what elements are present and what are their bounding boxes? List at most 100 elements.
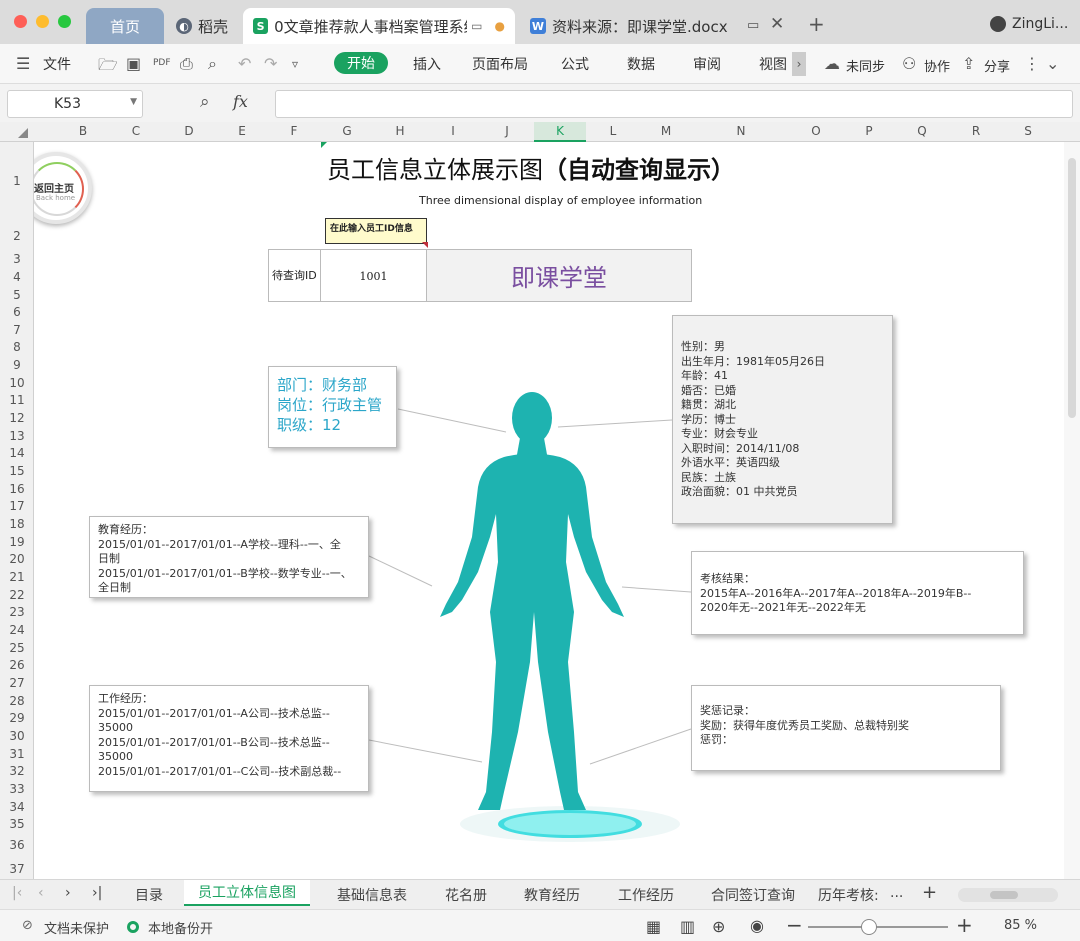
col-header[interactable]: G (321, 124, 373, 138)
row-header[interactable]: 18 (0, 517, 34, 531)
zoom-search-icon[interactable]: ⌕ (200, 92, 210, 112)
first-sheet-icon[interactable]: |‹ (12, 885, 22, 901)
collapse-ribbon-icon[interactable]: ⌄ (1046, 54, 1059, 73)
collaborate-icon[interactable]: ⚇ (902, 54, 916, 73)
menu-start[interactable]: 开始 (334, 52, 388, 74)
formula-input[interactable] (275, 90, 1073, 118)
row-header[interactable]: 31 (0, 747, 34, 761)
row-header[interactable]: 29 (0, 711, 34, 725)
add-sheet-icon[interactable]: + (922, 882, 937, 903)
menu-review[interactable]: 审阅 (693, 54, 721, 74)
row-header[interactable]: 35 (0, 817, 34, 831)
last-sheet-icon[interactable]: ›| (92, 885, 102, 901)
col-header[interactable]: H (374, 124, 426, 138)
row-header[interactable]: 22 (0, 588, 34, 602)
col-header[interactable]: E (216, 124, 268, 138)
row-header[interactable]: 6 (0, 305, 34, 319)
function-icon[interactable]: fx (233, 92, 248, 111)
row-header[interactable]: 28 (0, 694, 34, 708)
row-header[interactable]: 37 (0, 862, 34, 876)
tab-home[interactable]: 首页 (86, 8, 164, 44)
menu-page-layout[interactable]: 页面布局 (472, 54, 528, 74)
col-header[interactable]: I (427, 124, 479, 138)
zoom-out-icon[interactable]: − (786, 913, 803, 937)
sheet-tab[interactable]: 历年考核: (818, 885, 879, 905)
sheet-tab[interactable]: 教育经历 (524, 885, 580, 905)
row-header[interactable]: 14 (0, 446, 34, 460)
worksheet-canvas[interactable]: 返回主页 Back home 员工信息立体展示图（自动查询显示） Three d… (34, 142, 1064, 879)
row-header[interactable]: 32 (0, 764, 34, 778)
row-header[interactable]: 24 (0, 623, 34, 637)
col-header[interactable]: L (587, 124, 639, 138)
minimize-window-button[interactable] (36, 15, 49, 28)
undo-icon[interactable]: ↶ (238, 54, 251, 73)
hamburger-menu-icon[interactable]: ☰ (16, 54, 30, 73)
unsynced-label[interactable]: 未同步 (846, 56, 885, 75)
menu-file[interactable]: 文件 (43, 54, 71, 74)
redo-icon[interactable]: ↷ (264, 54, 277, 73)
horizontal-scrollbar[interactable] (958, 888, 1058, 902)
col-header[interactable]: S (1002, 124, 1054, 138)
sheet-tab[interactable]: 合同签订查询 (711, 885, 795, 905)
vertical-scrollbar[interactable] (1064, 142, 1080, 879)
page-layout-view-icon[interactable]: ▥ (680, 917, 695, 936)
sheet-tab[interactable]: 基础信息表 (337, 885, 407, 905)
row-header[interactable]: 5 (0, 288, 34, 302)
save-icon[interactable]: ▣ (126, 54, 141, 73)
name-box-dropdown-icon[interactable]: ▼ (130, 97, 137, 107)
menu-view[interactable]: 视图 (759, 54, 787, 74)
more-sheets[interactable]: ... (890, 885, 903, 901)
col-header[interactable]: M (640, 124, 692, 138)
collaborate-label[interactable]: 协作 (924, 56, 950, 75)
col-header[interactable]: J (481, 124, 533, 138)
row-header[interactable]: 16 (0, 482, 34, 496)
row-header[interactable]: 19 (0, 535, 34, 549)
close-window-button[interactable] (14, 15, 27, 28)
share-icon[interactable]: ⇪ (962, 54, 975, 73)
row-header[interactable]: 4 (0, 270, 34, 284)
print-icon[interactable]: ⎙ (180, 54, 193, 74)
next-sheet-icon[interactable]: › (65, 885, 71, 901)
horizontal-scroll-thumb[interactable] (990, 891, 1018, 899)
row-header[interactable]: 33 (0, 782, 34, 796)
row-header[interactable]: 27 (0, 676, 34, 690)
backup-status[interactable]: 本地备份开 (148, 918, 213, 937)
row-header[interactable]: 8 (0, 340, 34, 354)
prev-sheet-icon[interactable]: ‹ (38, 885, 44, 901)
col-header[interactable]: B (57, 124, 109, 138)
col-header[interactable]: R (950, 124, 1002, 138)
tab-active-document[interactable]: S 0文章推荐款人事档案管理系统 ▭ ● (243, 8, 515, 44)
sheet-tab[interactable]: 花名册 (445, 885, 487, 905)
more-options-icon[interactable]: ⋮ (1024, 54, 1040, 73)
row-header[interactable]: 23 (0, 605, 34, 619)
row-header[interactable]: 11 (0, 393, 34, 407)
protect-status[interactable]: 文档未保护 (44, 918, 109, 937)
row-header[interactable]: 1 (0, 174, 34, 188)
open-folder-icon[interactable]: 🗁 (98, 54, 118, 81)
avatar[interactable] (990, 16, 1006, 32)
select-all-corner-icon[interactable] (18, 128, 28, 138)
close-tab-icon[interactable]: ✕ (770, 14, 784, 34)
share-label[interactable]: 分享 (984, 56, 1010, 75)
col-header[interactable]: C (110, 124, 162, 138)
export-pdf-icon[interactable]: PDF (153, 58, 171, 68)
cloud-sync-icon[interactable]: ☁ (824, 54, 840, 73)
normal-view-icon[interactable]: ▦ (646, 917, 661, 936)
sheet-tab[interactable]: 目录 (135, 885, 163, 905)
row-header[interactable]: 20 (0, 552, 34, 566)
ribbon-more-arrow-icon[interactable]: › (792, 52, 806, 76)
col-header[interactable]: Q (896, 124, 948, 138)
row-header[interactable]: 34 (0, 800, 34, 814)
row-header[interactable]: 12 (0, 411, 34, 425)
eye-protection-icon[interactable]: ◉ (750, 916, 764, 935)
col-header[interactable]: D (163, 124, 215, 138)
zoom-in-icon[interactable]: + (956, 913, 973, 937)
sheet-tab[interactable]: 工作经历 (618, 885, 674, 905)
row-header[interactable]: 9 (0, 358, 34, 372)
row-header[interactable]: 25 (0, 641, 34, 655)
col-header[interactable]: N (715, 124, 767, 138)
user-name[interactable]: ZingLi... (1012, 16, 1068, 32)
new-tab-icon[interactable]: + (808, 12, 825, 36)
print-preview-icon[interactable]: ⌕ (208, 54, 217, 74)
menu-insert[interactable]: 插入 (413, 54, 441, 74)
